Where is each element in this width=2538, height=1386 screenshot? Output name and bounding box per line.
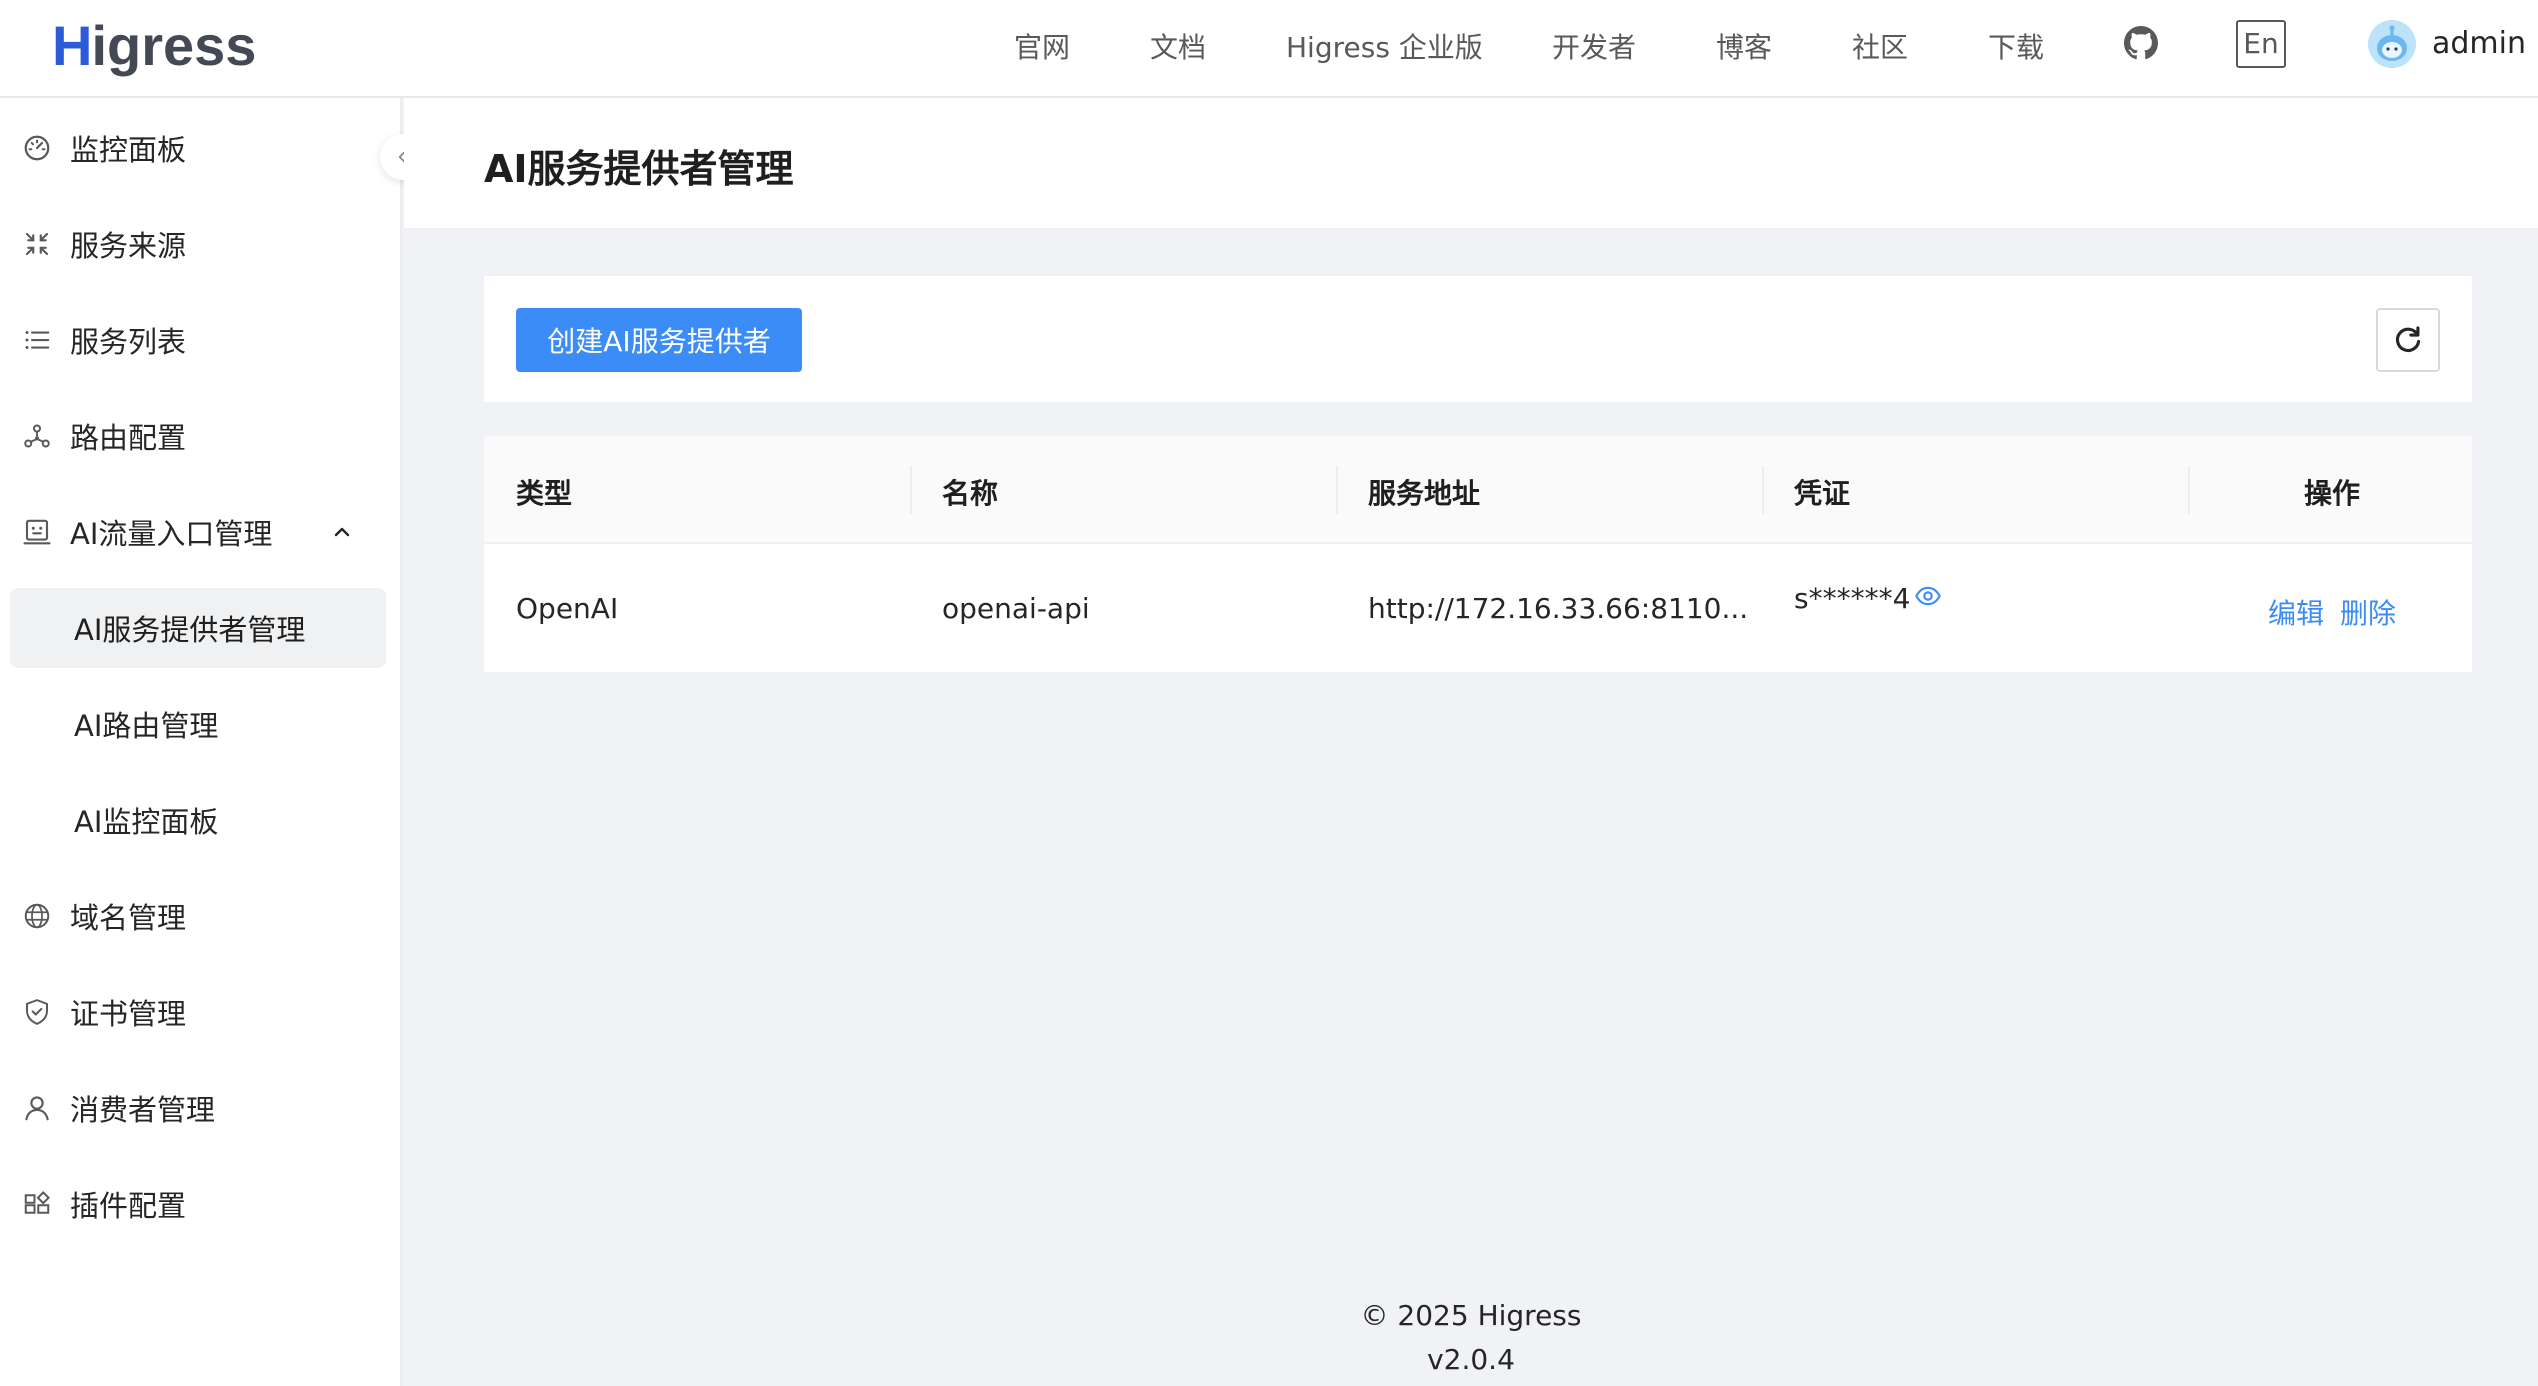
sidebar-item-domains[interactable]: 域名管理 [0,876,400,956]
column-divider [910,466,912,514]
sidebar-item-label: 消费者管理 [70,1093,216,1127]
nav-blog[interactable]: 博客 [1716,26,1772,66]
column-divider [1336,466,1338,514]
credential-masked: s******4 [1794,582,1911,615]
column-header-address: 服务地址 [1368,477,1481,510]
edit-link[interactable]: 编辑 [2268,592,2324,632]
shield-check-icon [26,999,48,1025]
column-header-credential: 凭证 [1794,477,1851,510]
sidebar-item-label: 插件配置 [70,1189,187,1223]
logo-letter-h: H [52,13,92,77]
nav-docs[interactable]: 文档 [1150,26,1206,66]
column-header-type: 类型 [516,477,573,510]
toolbar: 创建AI服务提供者 [484,276,2472,402]
eye-icon[interactable] [1914,582,1942,610]
sidebar-item-dashboard[interactable]: 监控面板 [0,108,400,188]
sidebar-item-label: 证书管理 [70,997,187,1031]
sidebar-item-routes[interactable]: 路由配置 [0,396,400,476]
sidebar-item-label: AI服务提供者管理 [74,613,306,647]
column-header-actions: 操作 [2304,477,2361,510]
nav-enterprise[interactable]: Higress 企业版 [1286,26,1483,66]
providers-table: 类型 名称 服务地址 凭证 操作 OpenAI openai-api http:… [484,436,2472,672]
sidebar-item-service-list[interactable]: 服务列表 [0,300,400,380]
compress-arrows-icon [25,232,49,256]
robot-icon [23,519,51,545]
sidebar: 监控面板 服务来源 服务列表 路由配置 AI流量入口管理 AI服务提供者管理 A… [0,98,402,1386]
globe-icon [24,903,50,929]
sidebar-item-ai-dashboard[interactable]: AI监控面板 [0,780,400,860]
nav-community[interactable]: 社区 [1852,26,1908,66]
sidebar-item-label: 服务来源 [70,229,187,263]
sidebar-item-label: AI流量入口管理 [70,517,273,551]
nav-developers[interactable]: 开发者 [1552,26,1636,66]
nav-download[interactable]: 下载 [1988,26,2044,66]
cell-type: OpenAI [516,592,619,625]
sidebar-item-label: 路由配置 [70,421,187,455]
page-header: AI服务提供者管理 [404,98,2538,228]
column-divider [2188,466,2190,514]
dashboard-icon [24,135,50,161]
higress-logo[interactable]: Higress [52,10,256,80]
sidebar-item-label: AI监控面板 [74,805,219,839]
cell-name: openai-api [942,592,1090,625]
nav-official-site[interactable]: 官网 [1014,26,1070,66]
sidebar-item-label: 服务列表 [70,325,187,359]
logo-text: igress [91,13,257,77]
cell-credential: s******4 [1794,582,1942,615]
delete-link[interactable]: 删除 [2340,592,2396,632]
chevron-up-icon[interactable] [330,520,354,544]
page-title: AI服务提供者管理 [484,147,794,191]
sidebar-item-ai-traffic[interactable]: AI流量入口管理 [0,492,400,572]
robot-avatar-icon [2368,20,2416,68]
list-icon [25,331,50,349]
route-nodes-icon [24,424,50,448]
sidebar-item-label: 域名管理 [70,901,187,935]
column-divider [1762,466,1764,514]
cell-address: http://172.16.33.66:8110... [1368,592,1749,625]
create-ai-provider-button[interactable]: 创建AI服务提供者 [516,308,802,372]
table-row: OpenAI openai-api http://172.16.33.66:81… [484,546,2472,672]
copyright: © 2025 Higress [1360,1299,1582,1332]
sidebar-item-service-sources[interactable]: 服务来源 [0,204,400,284]
table-header: 类型 名称 服务地址 凭证 操作 [484,436,2472,544]
language-toggle-button[interactable]: En [2236,20,2286,68]
refresh-button[interactable] [2376,308,2440,372]
sidebar-item-ai-providers[interactable]: AI服务提供者管理 [10,588,386,668]
column-header-name: 名称 [942,477,999,510]
sidebar-item-label: AI路由管理 [74,709,219,743]
sidebar-item-label: 监控面板 [70,133,187,167]
user-icon [25,1096,49,1121]
footer: © 2025 Higress v2.0.4 [404,1272,2538,1386]
sidebar-item-ai-routes[interactable]: AI路由管理 [0,684,400,764]
sidebar-item-certificates[interactable]: 证书管理 [0,972,400,1052]
refresh-icon [2395,326,2421,352]
username[interactable]: admin [2432,26,2526,61]
github-icon[interactable] [2124,26,2158,60]
sidebar-item-consumers[interactable]: 消费者管理 [0,1068,400,1148]
sidebar-item-plugins[interactable]: 插件配置 [0,1164,400,1244]
avatar[interactable] [2368,20,2416,68]
plugin-grid-icon [24,1191,50,1214]
top-header: Higress 官网 文档 Higress 企业版 开发者 博客 社区 下载 E… [0,0,2538,98]
version: v2.0.4 [1427,1343,1515,1376]
